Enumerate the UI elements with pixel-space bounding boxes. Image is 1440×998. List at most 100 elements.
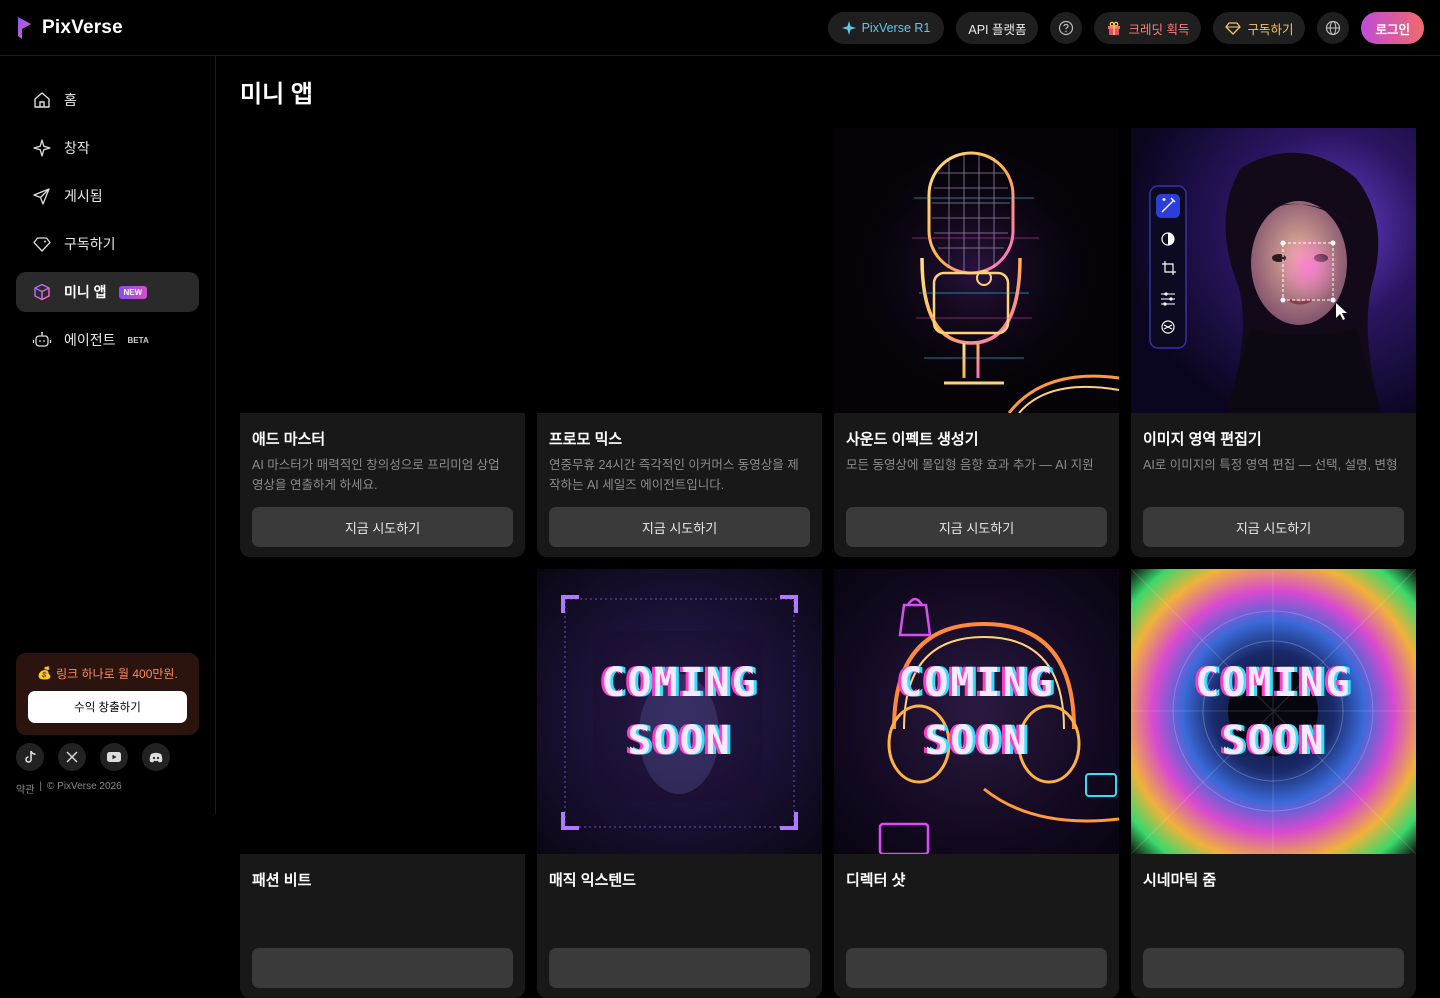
login-label: 로그인 <box>1375 22 1410 37</box>
coming-soon-line-2: SOON <box>1221 717 1326 764</box>
app-card-cinematic-zoom[interactable]: COMING SOON 시네마틱 줌 <box>1131 569 1416 998</box>
logo[interactable]: PixVerse <box>16 16 123 40</box>
card-title: 패션 비트 <box>252 872 312 889</box>
coming-soon-line-1: COMING <box>601 659 758 706</box>
pixverse-r1-button[interactable]: PixVerse R1 <box>827 12 945 44</box>
card-media <box>240 128 525 413</box>
money-bag-icon: 💰 <box>37 666 53 680</box>
robot-icon <box>32 330 52 350</box>
sidebar-item-label: 구독하기 <box>64 236 116 252</box>
new-badge: NEW <box>118 285 148 299</box>
send-icon <box>32 186 52 206</box>
card-title: 매직 익스텐드 <box>549 872 636 889</box>
earn-credits-button[interactable]: 크레딧 획득 <box>1094 12 1202 44</box>
coming-soon-label: COMING SOON <box>537 569 822 854</box>
app-name: PixVerse <box>42 17 123 38</box>
credits-label: 크레딧 획득 <box>1128 22 1190 37</box>
login-button[interactable]: 로그인 <box>1361 12 1424 44</box>
card-body: 매직 익스텐드 <box>537 854 822 998</box>
card-description: 연중무휴 24시간 즉각적인 이커머스 동영상을 제작하는 AI 세일즈 에이전… <box>549 458 799 492</box>
card-body: 시네마틱 줌 <box>1131 854 1416 998</box>
app-card-sound-effect[interactable]: 사운드 이펙트 생성기 모든 동영상에 몰입형 음향 효과 추가 — AI 지원… <box>834 128 1119 557</box>
app-card-director-shot[interactable]: COMING SOON 디렉터 샷 <box>834 569 1119 998</box>
monetize-button[interactable]: 수익 창출하기 <box>28 691 187 723</box>
x-icon[interactable] <box>58 743 86 771</box>
try-now-button[interactable] <box>549 948 810 988</box>
sparkle-icon <box>32 138 52 158</box>
sidebar-item-create[interactable]: 창작 <box>16 128 199 168</box>
coming-soon-line-2: SOON <box>924 717 1029 764</box>
card-title: 디렉터 샷 <box>846 872 906 889</box>
sidebar-footer: 약관 | © PixVerse 2026 <box>16 781 122 796</box>
card-body: 이미지 영역 편집기 AI로 이미지의 특정 영역 편집 — 선택, 설명, 변… <box>1131 413 1416 557</box>
sidebar-item-label: 에이전트 <box>64 332 116 348</box>
question-circle-icon <box>1059 20 1074 36</box>
microphone-illustration <box>834 128 1119 413</box>
app-card-fashion-beat[interactable]: 패션 비트 <box>240 569 525 998</box>
card-description <box>252 896 513 936</box>
try-now-button[interactable]: 지금 시도하기 <box>1143 507 1404 547</box>
sidebar-item-published[interactable]: 게시됨 <box>16 176 199 216</box>
try-now-button[interactable]: 지금 시도하기 <box>846 507 1107 547</box>
subscribe-label: 구독하기 <box>1247 22 1294 37</box>
sidebar-item-label: 홈 <box>64 92 77 108</box>
top-bar: PixVerse PixVerse R1 API 플랫폼 크레딧 획득 구독하기… <box>0 0 1440 56</box>
help-button[interactable] <box>1050 12 1083 44</box>
pixverse-logo-icon <box>18 17 31 39</box>
app-card-magic-extend[interactable]: COMING SOON 매직 익스텐드 <box>537 569 822 998</box>
sidebar-item-label: 미니 앱 <box>64 284 107 300</box>
tiktok-icon[interactable] <box>16 743 44 771</box>
try-now-button[interactable] <box>846 948 1107 988</box>
card-title: 이미지 영역 편집기 <box>1143 431 1262 448</box>
home-icon <box>32 90 52 110</box>
star-icon <box>841 21 856 35</box>
card-media <box>1131 128 1416 413</box>
monetize-promo: 💰 링크 하나로 월 400만원. 수익 창출하기 <box>16 653 199 735</box>
copyright-text: © PixVerse 2026 <box>47 781 122 792</box>
app-card-image-region-editor[interactable]: 이미지 영역 편집기 AI로 이미지의 특정 영역 편집 — 선택, 설명, 변… <box>1131 128 1416 557</box>
coming-soon-line-1: COMING <box>898 659 1055 706</box>
api-platform-button[interactable]: API 플랫폼 <box>956 12 1039 44</box>
card-media <box>834 128 1119 413</box>
card-body: 애드 마스터 AI 마스터가 매력적인 창의성으로 프리미엄 상업 영상을 연출… <box>240 413 525 557</box>
social-links <box>16 743 170 771</box>
page-title: 미니 앱 <box>240 81 313 108</box>
promo-text: 💰 링크 하나로 월 400만원. <box>28 665 187 681</box>
app-card-ad-master[interactable]: 애드 마스터 AI 마스터가 매력적인 창의성으로 프리미엄 상업 영상을 연출… <box>240 128 525 557</box>
beta-badge: BETA <box>127 335 149 345</box>
coming-soon-line-2: SOON <box>627 717 732 764</box>
app-card-promo-mix[interactable]: 프로모 믹스 연중무휴 24시간 즉각적인 이커머스 동영상을 제작하는 AI … <box>537 128 822 557</box>
card-description: AI 마스터가 매력적인 창의성으로 프리미엄 상업 영상을 연출하게 하세요. <box>252 458 500 492</box>
coming-soon-label: COMING SOON <box>1131 569 1416 854</box>
try-now-button[interactable] <box>1143 948 1404 988</box>
language-button[interactable] <box>1317 12 1350 44</box>
card-body: 패션 비트 <box>240 854 525 998</box>
subscribe-button[interactable]: 구독하기 <box>1213 12 1306 44</box>
card-body: 디렉터 샷 <box>834 854 1119 998</box>
footer-separator: | <box>39 781 43 792</box>
card-title: 애드 마스터 <box>252 431 326 448</box>
sidebar-item-mini-apps[interactable]: 미니 앱 NEW <box>16 272 199 312</box>
try-now-button[interactable]: 지금 시도하기 <box>549 507 810 547</box>
globe-icon <box>1326 20 1341 36</box>
sidebar-item-agent[interactable]: 에이전트 BETA <box>16 320 199 360</box>
sidebar-nav: 홈 창작 게시됨 구독하기 미니 앱 NEW 에이전트 BETA <box>16 80 199 368</box>
youtube-icon[interactable] <box>100 743 128 771</box>
sidebar-item-home[interactable]: 홈 <box>16 80 199 120</box>
try-now-button[interactable]: 지금 시도하기 <box>252 507 513 547</box>
discord-icon[interactable] <box>142 743 170 771</box>
card-title: 사운드 이펙트 생성기 <box>846 431 979 448</box>
diamond-icon <box>1225 22 1242 35</box>
terms-link[interactable]: 약관 <box>16 781 34 796</box>
card-description: 모든 동영상에 몰입형 음향 효과 추가 — AI 지원 <box>846 458 1094 472</box>
try-now-button[interactable] <box>252 948 513 988</box>
card-body: 사운드 이펙트 생성기 모든 동영상에 몰입형 음향 효과 추가 — AI 지원… <box>834 413 1119 557</box>
r1-label: PixVerse R1 <box>861 21 931 35</box>
card-description <box>549 896 810 936</box>
card-description: AI로 이미지의 특정 영역 편집 — 선택, 설명, 변형 <box>1143 458 1398 472</box>
coming-soon-line-1: COMING <box>1195 659 1352 706</box>
sidebar-item-subscribe[interactable]: 구독하기 <box>16 224 199 264</box>
sidebar: 홈 창작 게시됨 구독하기 미니 앱 NEW 에이전트 BETA 💰 링크 하나… <box>0 56 216 814</box>
api-label: API 플랫폼 <box>968 22 1027 37</box>
card-description <box>846 896 1107 936</box>
